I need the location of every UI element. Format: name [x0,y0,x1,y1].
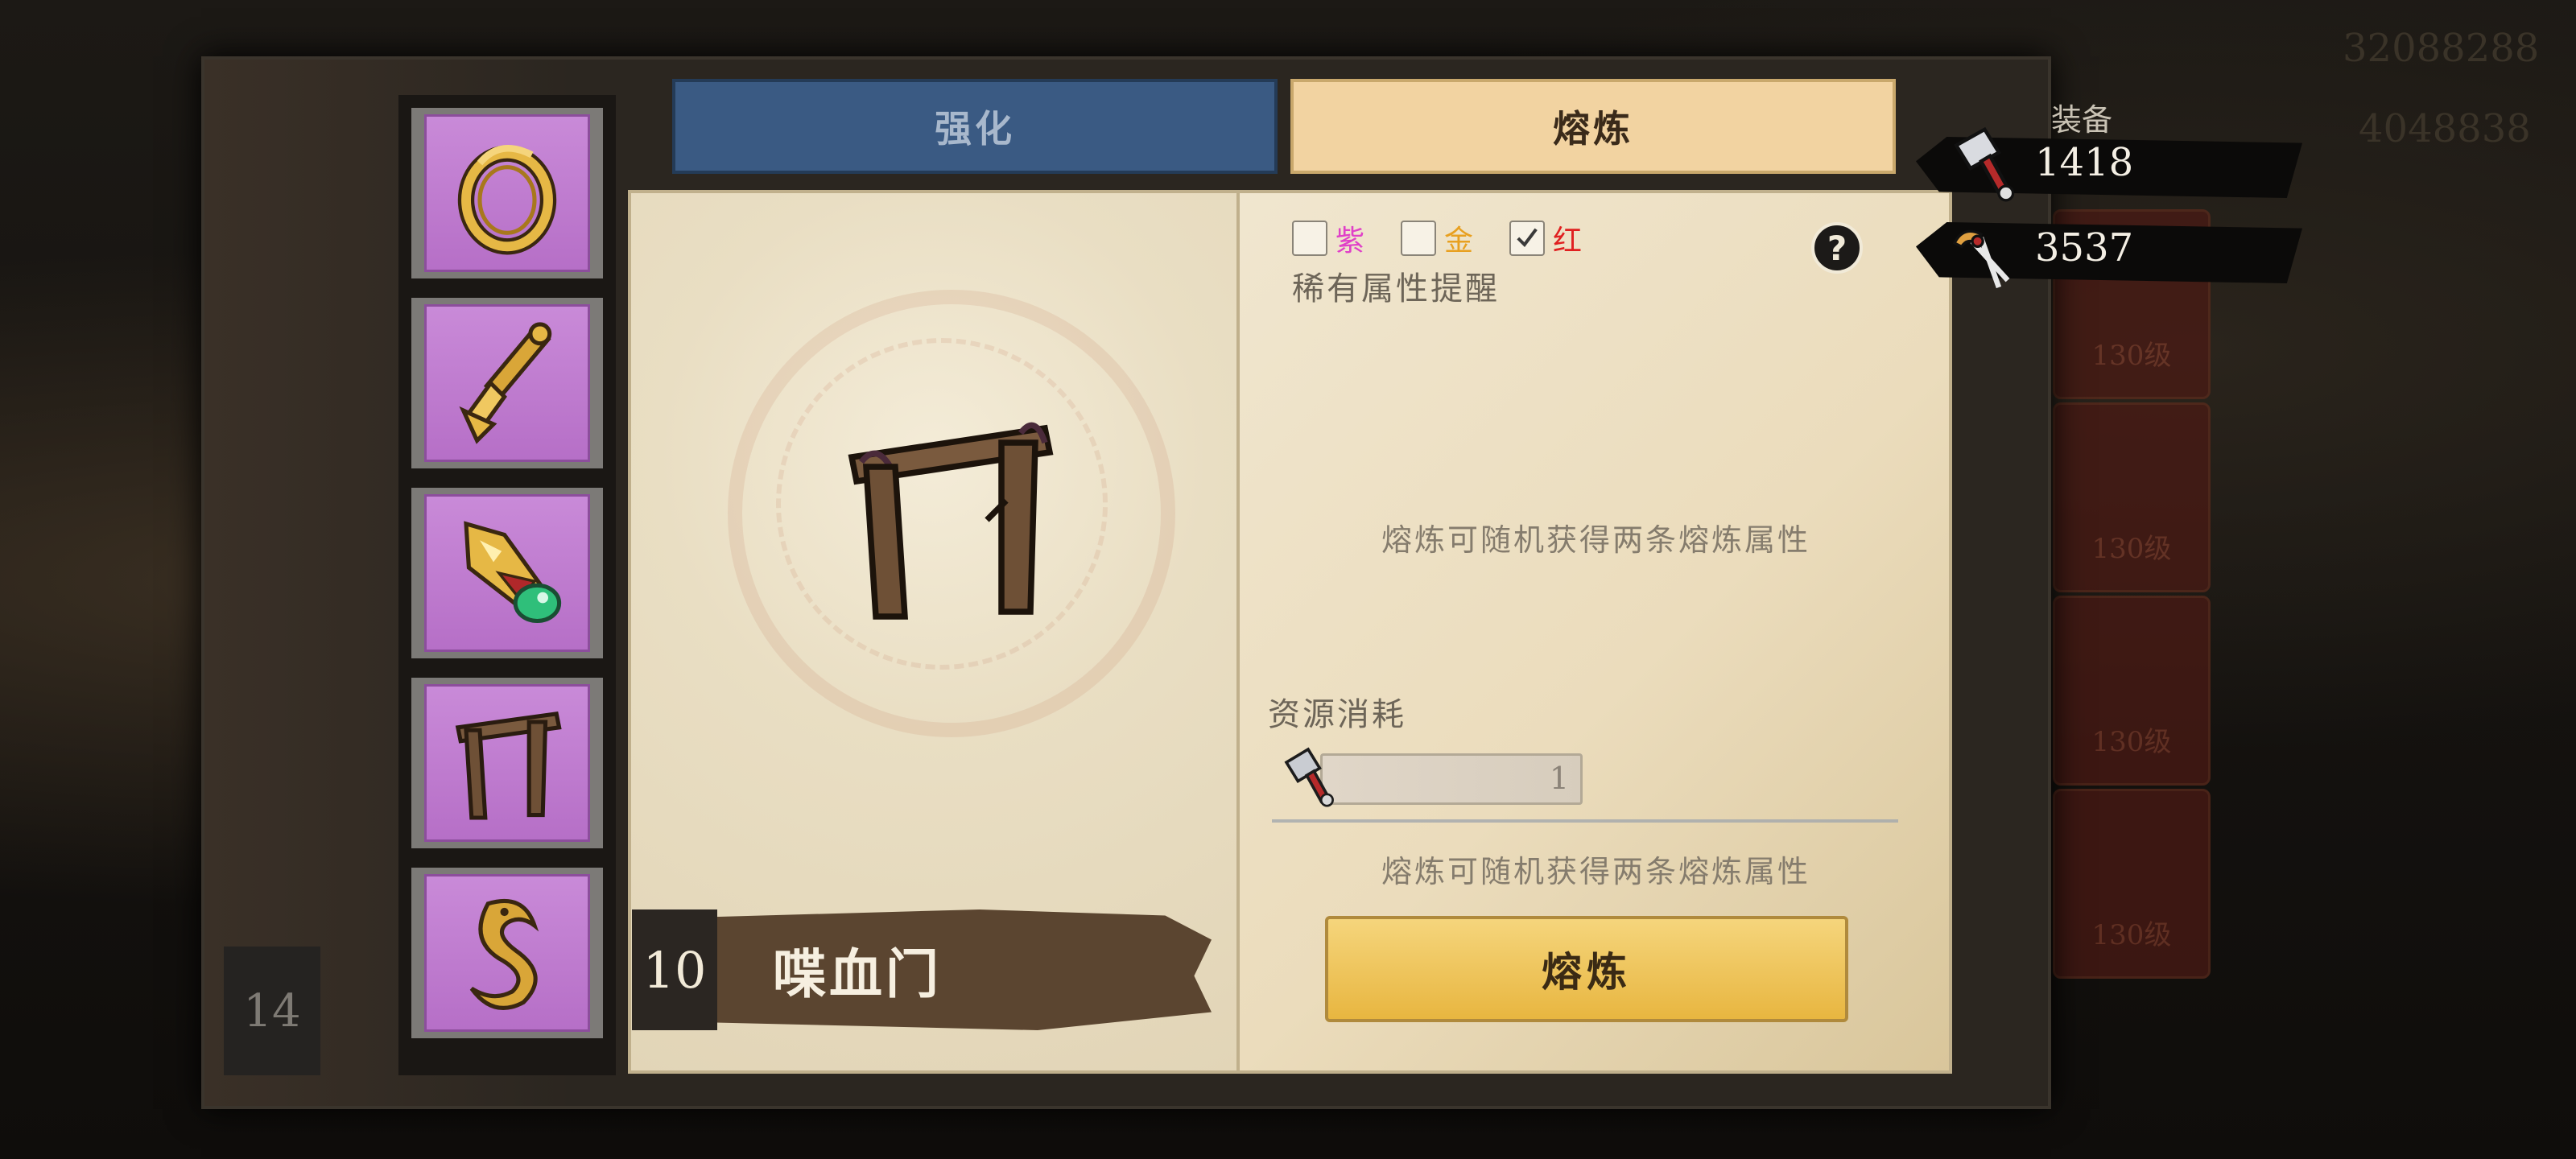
pendant-item[interactable] [408,295,606,472]
smelt-hint-top: 熔炼可随机获得两条熔炼属性 [1381,522,1810,558]
filter-purple-checkbox[interactable]: 紫 [1292,217,1364,259]
hammer-icon [1284,747,1334,807]
tab-smelt[interactable]: 熔炼 [1290,79,1896,174]
tongs-count: 3537 [2035,225,2134,270]
resource-cost-label: 资源消耗 [1268,696,1406,733]
checkbox-box[interactable] [1509,221,1546,256]
background-card: 130级 [2053,789,2211,979]
background-score-second: 4048838 [2359,106,2531,151]
gate-item[interactable] [408,674,606,852]
smelt-hint-bottom: 熔炼可随机获得两条熔炼属性 [1381,854,1810,889]
currency-tongs: 3537 [1916,216,2318,289]
pendant-icon [459,322,552,444]
smelt-button[interactable]: 熔炼 [1325,916,1848,1022]
side-level-badge: 14 [224,947,320,1075]
background-score-top: 32088288 [2343,26,2540,71]
currency-hammer: 1418 [1916,126,2318,203]
hook-icon [469,898,539,1010]
filter-red-label: 红 [1553,225,1583,258]
hammer-count: 1418 [2035,140,2134,185]
filter-gold-label: 金 [1444,225,1474,258]
tongs-icon [1952,229,2010,289]
item-level-badge: 10 [632,909,717,1030]
ring-icon [457,145,557,255]
checkmark-icon [1517,228,1538,248]
divider [1272,819,1898,823]
background-card: 130级 [2053,596,2211,786]
ring-item[interactable] [408,105,606,282]
hook-item[interactable] [408,864,606,1041]
talisman-icon [464,521,562,624]
help-button[interactable]: ? [1811,222,1863,274]
talisman-item[interactable] [408,485,606,662]
selected-gate-icon [848,422,1054,620]
resource-cost-bar: 1 [1320,753,1583,805]
rare-attribute-caption: 稀有属性提醒 [1292,270,1500,307]
equipment-list [398,95,616,1075]
tab-enhance[interactable]: 强化 [672,79,1278,174]
filter-purple-label: 紫 [1335,225,1365,258]
resource-cost-amount: 1 [1549,761,1569,796]
item-name: 喋血门 [773,942,942,1005]
rarity-filter-row: 紫 金 红 [1292,217,1618,259]
background-card: 130级 [2053,402,2211,592]
checkbox-box[interactable] [1401,221,1437,256]
checkbox-box[interactable] [1292,221,1327,256]
hammer-icon [1954,126,2015,202]
filter-red-checkbox[interactable]: 红 [1509,217,1582,259]
filter-gold-checkbox[interactable]: 金 [1401,217,1473,259]
wooden-gate-icon [455,711,562,820]
